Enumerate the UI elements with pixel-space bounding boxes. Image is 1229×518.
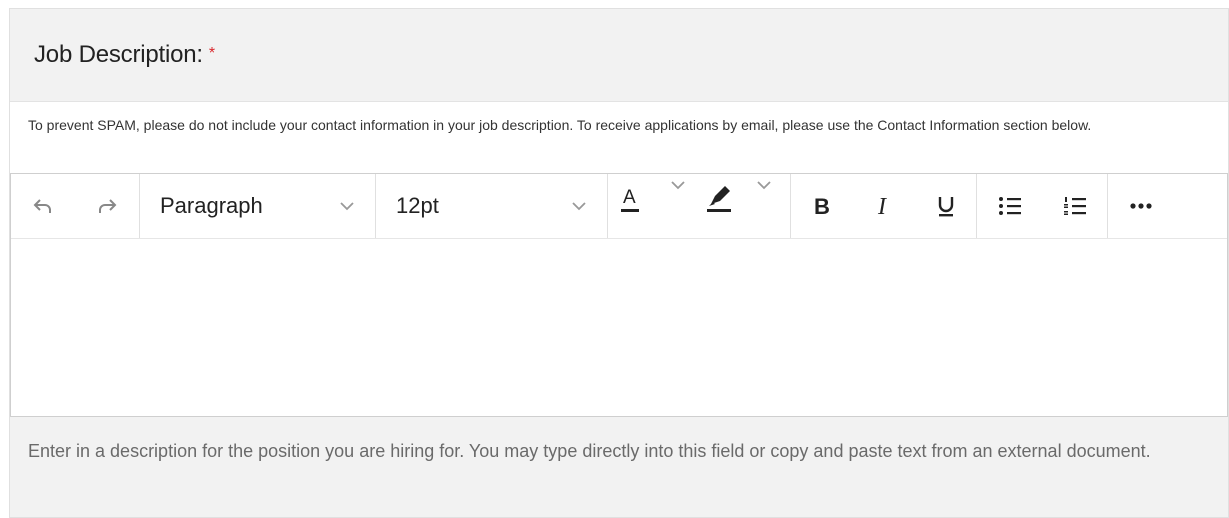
field-title: Job Description: <box>34 41 203 68</box>
list-group <box>977 174 1108 238</box>
redo-button[interactable] <box>75 174 139 238</box>
block-format-value: Paragraph <box>160 193 263 218</box>
job-description-card: Job Description: * To prevent SPAM, plea… <box>9 8 1229 518</box>
undo-icon <box>32 195 54 217</box>
highlight-icon <box>703 178 783 218</box>
editor-toolbar: Paragraph 12pt A B I <box>11 174 1227 239</box>
rich-text-editor: Paragraph 12pt A B I <box>10 173 1228 417</box>
font-size-group: 12pt <box>376 174 608 238</box>
svg-text:I: I <box>877 195 887 217</box>
bold-icon: B <box>812 195 832 217</box>
editor-content-area[interactable] <box>11 239 1227 417</box>
italic-icon: I <box>874 195 894 217</box>
more-button[interactable] <box>1108 174 1174 238</box>
numbered-list-button[interactable] <box>1042 174 1107 238</box>
spam-notice: To prevent SPAM, please do not include y… <box>10 101 1228 173</box>
numbered-list-icon <box>1063 196 1087 216</box>
bullet-list-icon <box>998 196 1022 216</box>
block-format-group: Paragraph <box>140 174 376 238</box>
undo-button[interactable] <box>11 174 75 238</box>
bold-button[interactable]: B <box>791 174 853 238</box>
chevron-down-icon <box>571 201 587 211</box>
more-group <box>1108 174 1174 238</box>
color-group: A <box>608 174 791 238</box>
font-size-value: 12pt <box>396 193 439 218</box>
font-size-select[interactable]: 12pt <box>376 174 607 238</box>
underline-button[interactable] <box>915 174 976 238</box>
text-color-icon: A <box>617 178 697 218</box>
text-style-group: B I <box>791 174 977 238</box>
required-marker: * <box>208 45 216 62</box>
history-group <box>11 174 140 238</box>
italic-button[interactable]: I <box>853 174 915 238</box>
redo-icon <box>96 195 118 217</box>
highlight-button[interactable] <box>700 174 786 238</box>
help-text: Enter in a description for the position … <box>28 441 1151 461</box>
bullet-list-button[interactable] <box>977 174 1042 238</box>
more-icon <box>1129 202 1153 210</box>
field-header: Job Description: * <box>10 9 1228 101</box>
svg-text:B: B <box>814 195 830 217</box>
block-format-select[interactable]: Paragraph <box>140 174 375 238</box>
chevron-down-icon <box>339 201 355 211</box>
underline-icon <box>936 194 956 218</box>
svg-text:A: A <box>623 187 636 208</box>
text-color-button[interactable]: A <box>614 174 700 238</box>
